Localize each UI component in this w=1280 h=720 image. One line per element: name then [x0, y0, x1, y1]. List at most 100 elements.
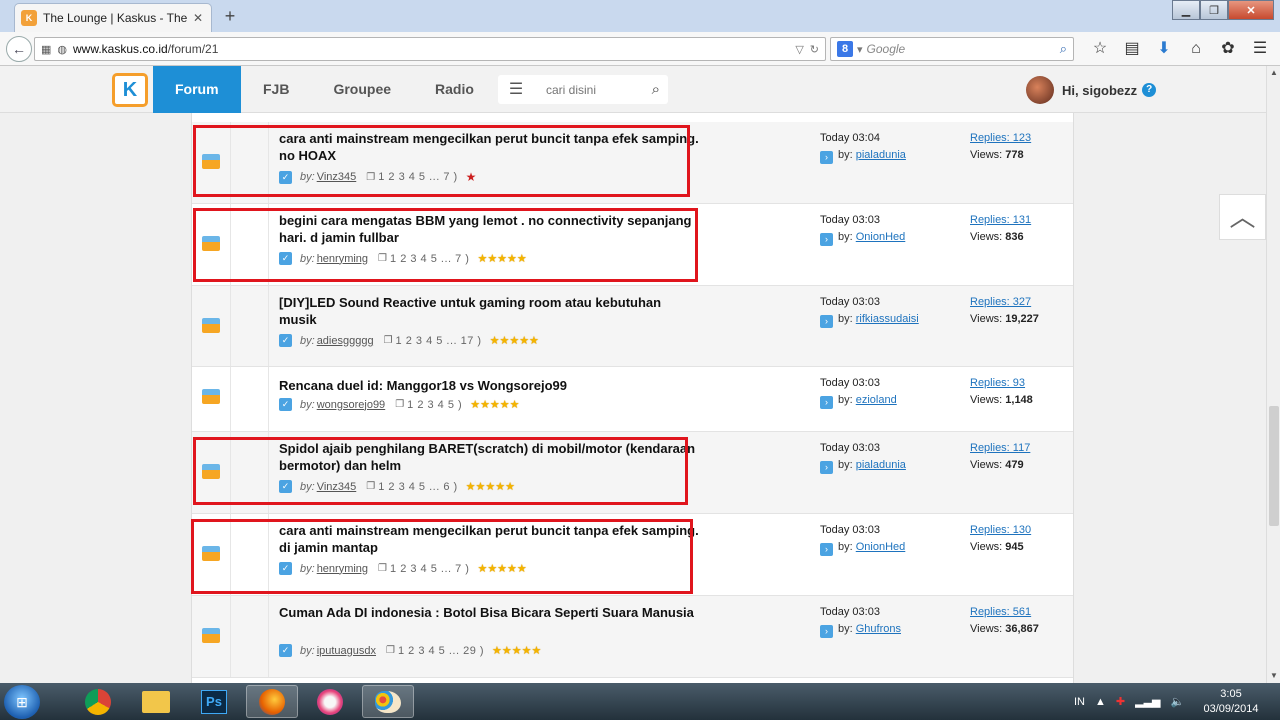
taskbar-app-paint[interactable]	[362, 685, 414, 718]
last-post: Today 03:03 › by: pialadunia	[820, 440, 906, 474]
thread-author[interactable]: iputuagusdx	[317, 645, 376, 657]
last-post-user[interactable]: OnionHed	[856, 541, 906, 553]
thread-pages[interactable]: 1 2 3 4 5 )	[407, 399, 462, 411]
kaskus-logo[interactable]: K	[112, 73, 148, 107]
last-post-user[interactable]: pialadunia	[856, 459, 906, 471]
help-icon[interactable]: ?	[1142, 83, 1157, 97]
list-menu-icon[interactable]: ☰	[498, 75, 534, 104]
search-icon[interactable]: ⌕	[652, 81, 660, 98]
taskbar-clock[interactable]: 3:05 03/09/2014	[1196, 687, 1266, 717]
last-post-time: Today 03:03	[820, 296, 880, 308]
avatar[interactable]	[1026, 76, 1054, 104]
replies-count[interactable]: Replies: 117	[970, 440, 1030, 457]
checkbox-icon[interactable]: ✓	[279, 644, 292, 657]
back-button[interactable]: ←	[6, 36, 32, 62]
goto-last-icon[interactable]: ›	[820, 151, 833, 164]
goto-last-icon[interactable]: ›	[820, 543, 833, 556]
google-icon[interactable]: 8	[837, 41, 853, 57]
close-icon[interactable]: ✕	[191, 11, 205, 25]
bookmarks-icon[interactable]: ▦	[41, 43, 51, 56]
taskbar-app-chrome[interactable]	[72, 685, 124, 718]
last-post-user[interactable]: Ghufrons	[856, 623, 901, 635]
scroll-up-icon[interactable]: ▲	[1267, 66, 1280, 80]
user-menu[interactable]: Hi, sigobezz ?	[1026, 75, 1157, 105]
thread-title[interactable]: Rencana duel id: Manggor18 vs Wongsorejo…	[279, 377, 699, 394]
views-count: 778	[1005, 149, 1024, 161]
replies-count[interactable]: Replies: 131	[970, 212, 1031, 229]
checkbox-icon[interactable]: ✓	[279, 334, 292, 347]
maximize-button[interactable]: ❐	[1200, 0, 1228, 20]
thread-pages[interactable]: 1 2 3 4 5 ... 29 )	[398, 645, 484, 657]
browser-tab[interactable]: K The Lounge | Kaskus - The ... ✕	[14, 3, 212, 32]
new-tab-button[interactable]: +	[220, 6, 240, 26]
goto-last-icon[interactable]: ›	[820, 461, 833, 474]
web-search-bar[interactable]: 8 ▾ Google ⌕	[830, 37, 1074, 61]
replies-count[interactable]: Replies: 93	[970, 375, 1033, 392]
scroll-thumb[interactable]	[1269, 406, 1279, 526]
thread-stats: Replies: 131 Views: 836	[970, 212, 1031, 246]
bookmark-star-icon[interactable]: ☆	[1084, 37, 1116, 61]
replies-count[interactable]: Replies: 123	[970, 130, 1031, 147]
volume-icon[interactable]: 🔈	[1171, 695, 1185, 708]
goto-last-icon[interactable]: ›	[820, 315, 833, 328]
goto-last-icon[interactable]: ›	[820, 396, 833, 409]
views-label: Views:	[970, 313, 1003, 325]
checkbox-icon[interactable]: ✓	[279, 398, 292, 411]
goto-last-icon[interactable]: ›	[820, 233, 833, 246]
taskbar-app-other[interactable]	[304, 685, 356, 718]
column-divider	[268, 286, 269, 366]
search-engine-placeholder[interactable]: Google	[867, 42, 1060, 56]
last-post-user[interactable]: pialadunia	[856, 149, 906, 161]
signal-icon[interactable]: ▂▃▅	[1135, 695, 1160, 708]
engine-dropdown-icon[interactable]: ▾	[857, 43, 863, 56]
thread-title[interactable]: [DIY]LED Sound Reactive untuk gaming roo…	[279, 294, 699, 328]
thread-author[interactable]: adiesggggg	[317, 335, 374, 347]
nav-radio[interactable]: Radio	[413, 66, 496, 113]
nav-fjb[interactable]: FJB	[241, 66, 311, 113]
address-bar[interactable]: ▦ ◍ www.kaskus.co.id/forum/21 ▽ ↻	[34, 37, 826, 61]
dropdown-icon[interactable]: ▽	[795, 43, 803, 56]
thread-pages[interactable]: 1 2 3 4 5 ... 17 )	[396, 335, 482, 347]
scroll-down-icon[interactable]: ▼	[1267, 669, 1280, 683]
last-post: Today 03:03 › by: ezioland	[820, 375, 897, 409]
site-search-input[interactable]	[546, 82, 636, 97]
reading-list-icon[interactable]: ▤	[1116, 37, 1148, 61]
last-post-user[interactable]: ezioland	[856, 394, 897, 406]
reload-icon[interactable]: ↻	[810, 43, 819, 56]
thread-title[interactable]: Cuman Ada DI indonesia : Botol Bisa Bica…	[279, 604, 699, 621]
page-scrollbar[interactable]: ▲ ▼	[1266, 66, 1280, 683]
nav-forum[interactable]: Forum	[153, 66, 241, 113]
language-indicator[interactable]: IN	[1074, 696, 1085, 708]
download-icon[interactable]: ⬇	[1148, 37, 1180, 61]
tray-app-icon[interactable]: ✚	[1116, 695, 1125, 708]
home-icon[interactable]: ⌂	[1180, 37, 1212, 61]
user-greeting[interactable]: Hi, sigobezz	[1062, 83, 1137, 98]
taskbar-app-explorer[interactable]	[130, 685, 182, 718]
replies-count[interactable]: Replies: 130	[970, 522, 1031, 539]
replies-count[interactable]: Replies: 327	[970, 294, 1039, 311]
pages-icon: ❐	[383, 335, 393, 346]
last-post-user[interactable]: OnionHed	[856, 231, 906, 243]
last-post-user[interactable]: rifkiassudaisi	[856, 313, 919, 325]
nav-groupee[interactable]: Groupee	[311, 66, 413, 113]
search-icon[interactable]: ⌕	[1060, 41, 1067, 57]
thread-folder-icon	[202, 389, 220, 404]
addon-icon[interactable]: ✿	[1212, 37, 1244, 61]
last-post: Today 03:04 › by: pialadunia	[820, 130, 906, 164]
menu-icon[interactable]: ☰	[1244, 37, 1276, 61]
goto-last-icon[interactable]: ›	[820, 625, 833, 638]
last-post-time: Today 03:03	[820, 524, 880, 536]
tray-expand-icon[interactable]: ▲	[1095, 696, 1106, 708]
minimize-button[interactable]: ▁	[1172, 0, 1200, 20]
start-button[interactable]: ⊞	[4, 685, 40, 719]
thread-author[interactable]: wongsorejo99	[317, 399, 386, 411]
views-label: Views:	[970, 623, 1003, 635]
replies-count[interactable]: Replies: 561	[970, 604, 1039, 621]
taskbar-app-firefox[interactable]	[246, 685, 298, 718]
scroll-to-top-button[interactable]: ︿	[1219, 194, 1266, 240]
url-text[interactable]: www.kaskus.co.id/forum/21	[73, 42, 789, 56]
thread-folder-icon	[202, 318, 220, 333]
last-post-time: Today 03:03	[820, 442, 880, 454]
taskbar-app-photoshop[interactable]: Ps	[188, 685, 240, 718]
window-close-button[interactable]: ✕	[1228, 0, 1274, 20]
